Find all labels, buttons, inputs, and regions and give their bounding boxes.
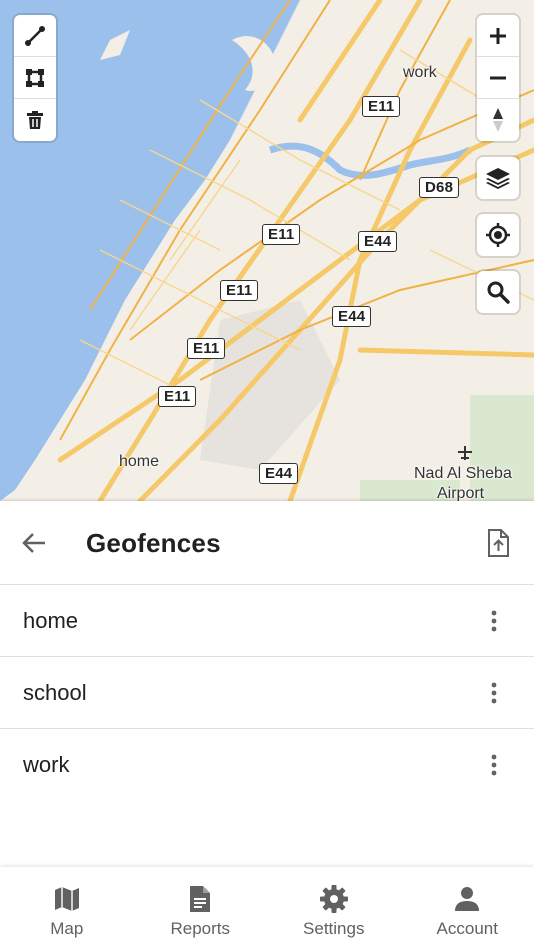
- place-label-airport-line2: Airport: [437, 485, 485, 501]
- nav-item-reports[interactable]: Reports: [134, 867, 268, 950]
- layers-icon: [486, 168, 510, 189]
- plus-icon: [490, 27, 506, 44]
- search-control: [477, 271, 519, 313]
- my-location-button[interactable]: [477, 214, 519, 256]
- road-label: E11: [262, 224, 301, 245]
- nav-label: Map: [50, 919, 84, 938]
- polygon-icon: [26, 68, 44, 87]
- draw-controls: [14, 15, 56, 141]
- geofence-label: home: [23, 607, 79, 633]
- more-vert-icon: [491, 754, 497, 776]
- geofence-label: work: [23, 752, 70, 777]
- geofence-item-school[interactable]: school: [0, 657, 534, 729]
- minus-icon: [490, 76, 506, 79]
- geofence-label: school: [23, 679, 87, 705]
- draw-line-button[interactable]: [14, 15, 56, 57]
- upload-button[interactable]: [480, 525, 516, 561]
- road-label: E11: [362, 96, 401, 117]
- more-vert-icon: [491, 610, 497, 631]
- gear-icon: [318, 883, 350, 915]
- zoom-out-button[interactable]: [477, 57, 519, 99]
- place-label-home: home: [119, 453, 160, 470]
- draw-polygon-button[interactable]: [14, 57, 56, 99]
- page-title: Geofences: [86, 528, 221, 558]
- layers-button[interactable]: [477, 157, 519, 199]
- compass-button[interactable]: [477, 99, 519, 141]
- road-label: E44: [358, 231, 398, 252]
- crosshair-icon: [486, 223, 510, 247]
- geofence-item-home[interactable]: home: [0, 585, 534, 657]
- place-label-airport: Nad Al Sheba: [414, 465, 512, 482]
- nav-label: Account: [436, 919, 498, 938]
- road-label: E44: [259, 463, 299, 484]
- geofence-item-work[interactable]: work: [0, 729, 534, 801]
- road-label: E11: [158, 386, 197, 407]
- more-options-button[interactable]: [482, 673, 506, 713]
- arrow-left-icon: [22, 533, 45, 553]
- map-base: [0, 0, 534, 501]
- nav-label: Reports: [170, 919, 231, 938]
- layers-control: [477, 157, 519, 199]
- geofences-panel: Geofences home school work: [0, 501, 534, 867]
- locate-control: [477, 214, 519, 256]
- delete-shape-button[interactable]: [14, 99, 56, 141]
- bottom-navigation: Map Reports Settings Account: [0, 867, 534, 950]
- nav-item-settings[interactable]: Settings: [267, 867, 401, 950]
- map-view[interactable]: E11 E11 E11 E11 E11 E44 E44 E44 D68 work…: [0, 0, 534, 501]
- map-icon: [51, 883, 83, 915]
- nav-item-account[interactable]: Account: [401, 867, 534, 950]
- app-root: E11 E11 E11 E11 E11 E44 E44 E44 D68 work…: [0, 0, 534, 950]
- compass-icon: [493, 108, 503, 132]
- more-options-button[interactable]: [482, 745, 506, 785]
- road-label: E11: [220, 280, 259, 301]
- search-button[interactable]: [477, 271, 519, 313]
- document-icon: [184, 883, 216, 915]
- more-options-button[interactable]: [482, 601, 506, 641]
- zoom-controls: [477, 15, 519, 141]
- person-icon: [451, 883, 483, 915]
- polyline-icon: [25, 25, 45, 46]
- zoom-in-button[interactable]: [477, 15, 519, 57]
- road-label: D68: [419, 177, 460, 198]
- more-vert-icon: [491, 682, 497, 703]
- panel-toolbar: Geofences: [0, 501, 534, 585]
- road-label: E11: [187, 338, 226, 359]
- road-label: E44: [332, 306, 372, 327]
- back-button[interactable]: [16, 525, 52, 561]
- nav-item-map[interactable]: Map: [0, 867, 134, 950]
- nav-label: Settings: [303, 919, 365, 938]
- search-icon: [487, 281, 510, 304]
- trash-icon: [27, 111, 43, 129]
- file-upload-icon: [488, 529, 509, 557]
- place-label-work: work: [403, 64, 437, 81]
